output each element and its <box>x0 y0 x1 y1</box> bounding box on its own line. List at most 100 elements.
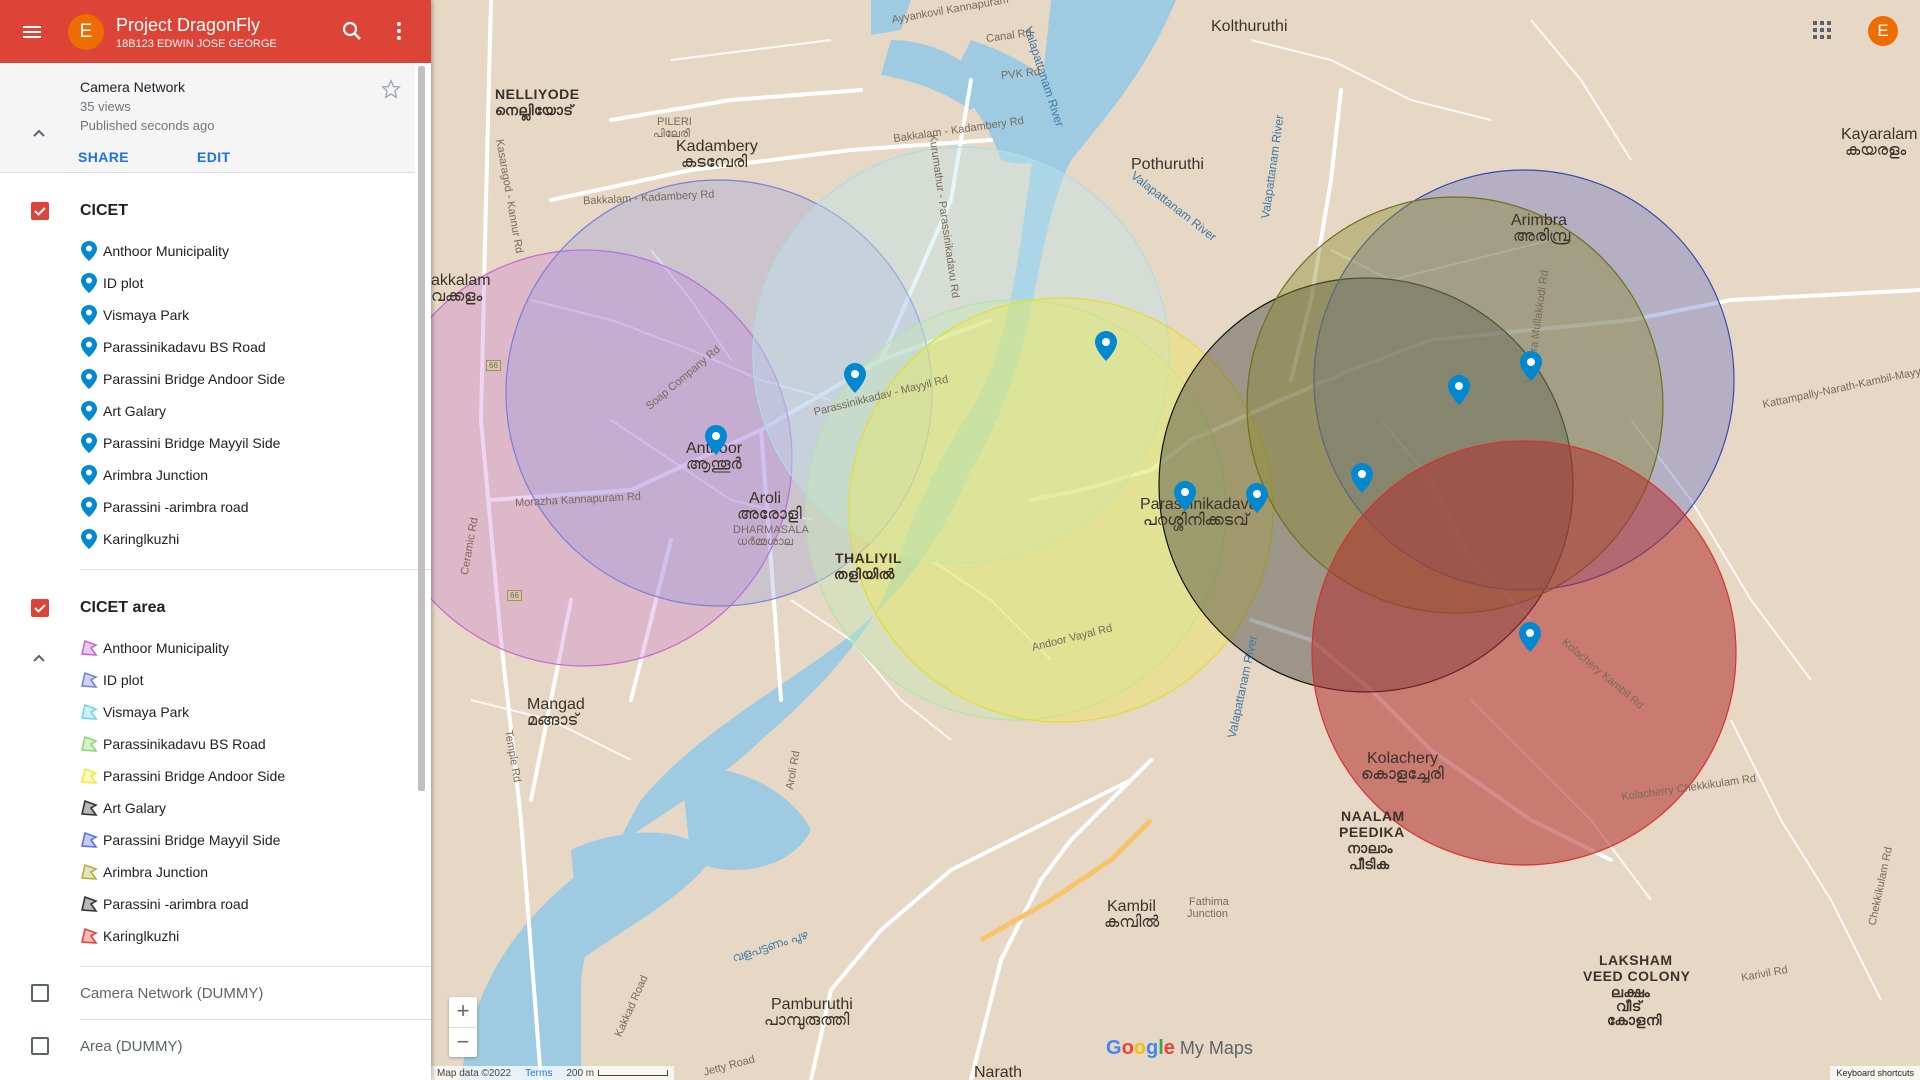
list-item-label: Anthoor Municipality <box>103 640 230 656</box>
hamburger-menu-icon[interactable] <box>20 20 44 44</box>
label-aroli-ml: അരോളി <box>737 506 802 523</box>
list-item[interactable]: Parassinikadavu BS Road <box>0 728 415 760</box>
polygon-area-icon <box>81 639 98 656</box>
list-item[interactable]: Art Galary <box>0 395 415 427</box>
list-item-label: ID plot <box>103 275 144 291</box>
map-info-card: Camera Network 35 views Published second… <box>0 63 415 173</box>
list-item[interactable]: ID plot <box>0 664 415 696</box>
map-canvas[interactable]: Kolthuruthi NELLIYODE നെല്ലിയോട് PILERI … <box>431 0 1920 1080</box>
location-pin-icon <box>81 529 97 549</box>
chevron-up-icon[interactable] <box>30 125 48 143</box>
label-naalam: NAALAM <box>1341 808 1405 824</box>
publish-status: Published seconds ago <box>80 118 215 133</box>
layer-title[interactable]: CICET area <box>80 599 165 617</box>
list-item[interactable]: Vismaya Park <box>0 299 415 331</box>
list-item-label: Art Galary <box>103 403 167 419</box>
list-item[interactable]: Parassinikadavu BS Road <box>0 331 415 363</box>
list-item[interactable]: Vismaya Park <box>0 696 415 728</box>
polygon-area-icon <box>81 927 98 944</box>
location-pin-icon <box>81 337 97 357</box>
label-pamburuthi-ml: പാമ്പുരുത്തി <box>764 1012 850 1029</box>
map-pin-arimbra-junction[interactable] <box>1520 351 1542 381</box>
apps-grid-icon[interactable] <box>1812 20 1832 40</box>
map-pin-parassini-bridge-andoor-side[interactable] <box>1246 483 1268 513</box>
layer-list[interactable]: Camera Network 35 views Published second… <box>0 63 431 1080</box>
label-narath: Narath <box>974 1064 1023 1080</box>
list-item-label: Vismaya Park <box>103 307 190 323</box>
map-pin-id-plot[interactable] <box>844 363 866 393</box>
list-item[interactable]: Anthoor Municipality <box>0 632 415 664</box>
layer-title[interactable]: Area (DUMMY) <box>80 1038 183 1055</box>
list-item[interactable]: Parassini Bridge Mayyil Side <box>0 427 415 459</box>
star-icon[interactable] <box>381 79 401 99</box>
map-pin-karinglkuzhi[interactable] <box>1519 622 1541 652</box>
attribution-text: Map data ©2022 <box>437 1067 512 1079</box>
list-item[interactable]: Arimbra Junction <box>0 856 415 888</box>
list-item[interactable]: Parassini Bridge Andoor Side <box>0 760 415 792</box>
list-item[interactable]: Anthoor Municipality <box>0 235 415 267</box>
location-pin-icon <box>81 241 97 261</box>
map-pin-vismaya-park[interactable] <box>1095 331 1117 361</box>
account-avatar[interactable]: E <box>1868 16 1898 46</box>
app-header: E Project DragonFly 18B123 EDWIN JOSE GE… <box>0 0 431 63</box>
user-avatar[interactable]: E <box>68 13 104 50</box>
label-peedika-ml: പീടിക <box>1349 856 1390 872</box>
label-dharmasala-ml: ധർമ്മശാല <box>737 536 794 548</box>
list-item[interactable]: Parassini -arimbra road <box>0 491 415 523</box>
layer-checkbox-cicet[interactable] <box>31 202 49 220</box>
list-item[interactable]: Karinglkuzhi <box>0 920 415 952</box>
list-item[interactable]: Arimbra Junction <box>0 459 415 491</box>
polygon-area-icon <box>81 767 98 784</box>
list-item-label: Arimbra Junction <box>103 864 209 880</box>
map-pin-art-galary[interactable] <box>1448 375 1470 405</box>
layer-camera-network-dummy: Camera Network (DUMMY) <box>0 973 431 1013</box>
list-item-label: Parassini Bridge Mayyil Side <box>103 832 281 848</box>
more-options-icon[interactable] <box>387 19 411 43</box>
list-item[interactable]: Parassini -arimbra road <box>0 888 415 920</box>
layer-checkbox-cicet-area[interactable] <box>31 599 49 617</box>
layer-area-dummy: Area (DUMMY) <box>0 1026 431 1066</box>
list-item[interactable]: Parassini Bridge Mayyil Side <box>0 824 415 856</box>
polygon-area-icon <box>81 703 98 720</box>
list-item-label: Karinglkuzhi <box>103 531 180 547</box>
polygon-area-icon <box>81 831 98 848</box>
list-item-label: Anthoor Municipality <box>103 243 230 259</box>
location-pin-icon <box>81 369 97 389</box>
polygon-area-icon <box>81 895 98 912</box>
polygon-area-icon <box>81 735 98 752</box>
layer-cicet-area: CICET area Anthoor Municipality ID plot Vi… <box>0 588 431 952</box>
zoom-in-button[interactable]: + <box>449 997 477 1027</box>
label-kadambery-ml: കടമ്പേരി <box>681 154 748 171</box>
zoom-out-button[interactable]: − <box>449 1027 477 1057</box>
map-pin-parassini-bridge-mayyil-side[interactable] <box>1351 463 1373 493</box>
edit-button[interactable]: EDIT <box>183 143 245 171</box>
label-fathima: Fathima <box>1189 896 1229 908</box>
label-kolachery-ml: കൊളച്ചേരി <box>1361 766 1444 783</box>
map-name[interactable]: Camera Network <box>80 79 415 95</box>
list-item-label: Parassinikadavu BS Road <box>103 736 266 752</box>
layer-title[interactable]: CICET <box>80 202 128 220</box>
search-icon[interactable] <box>340 19 364 43</box>
list-item[interactable]: Karinglkuzhi <box>0 523 415 555</box>
list-item-label: Vismaya Park <box>103 704 190 720</box>
label-bakkalam-ml: വക്കളം <box>431 288 483 305</box>
layer-checkbox-area-dummy[interactable] <box>31 1037 49 1055</box>
location-pin-icon <box>81 401 97 421</box>
layer-title[interactable]: Camera Network (DUMMY) <box>80 985 263 1002</box>
terms-link[interactable]: Terms <box>525 1068 552 1079</box>
share-button[interactable]: SHARE <box>64 143 143 171</box>
map-pin-anthoor-municipality[interactable] <box>705 425 727 455</box>
sidebar-scrollbar[interactable] <box>418 66 425 791</box>
label-dharmasala: DHARMASALA <box>733 524 809 536</box>
project-title[interactable]: Project DragonFly <box>116 14 277 36</box>
list-item[interactable]: Art Galary <box>0 792 415 824</box>
list-item[interactable]: Parassini Bridge Andoor Side <box>0 363 415 395</box>
label-arimbra-ml: അരിമ്പ്ര <box>1513 228 1571 245</box>
layer-checkbox-camera-network-dummy[interactable] <box>31 984 49 1002</box>
keyboard-shortcuts-link[interactable]: Keyboard shortcuts <box>1830 1066 1920 1080</box>
map-pin-parassinikadavu-bs-road[interactable] <box>1174 481 1196 511</box>
scale-indicator[interactable]: 200 m <box>566 1068 669 1079</box>
label-mangad-ml: മങ്ങാട് <box>527 712 579 729</box>
highway-shield-2: 66 <box>507 590 522 602</box>
list-item[interactable]: ID plot <box>0 267 415 299</box>
